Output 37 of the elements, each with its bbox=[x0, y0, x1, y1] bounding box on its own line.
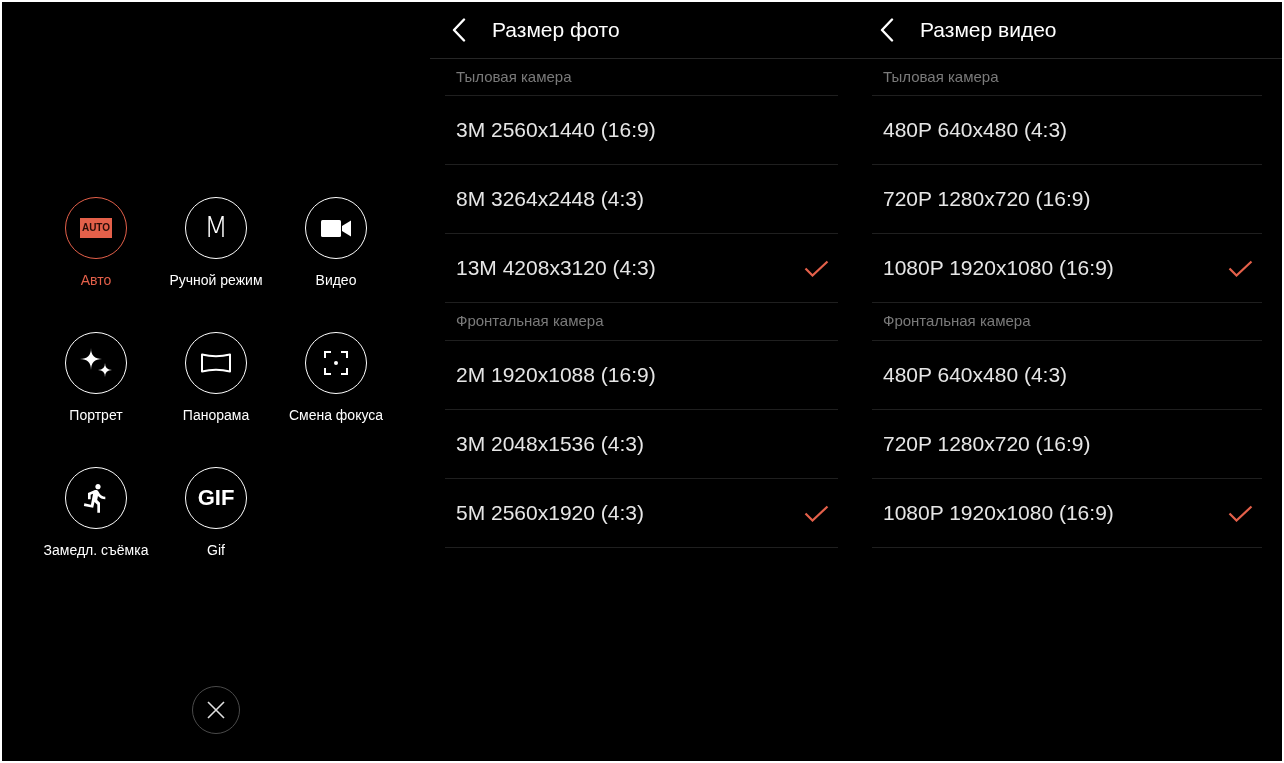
resolution-option[interactable]: 8M 3264x2448 (4:3) bbox=[445, 165, 838, 234]
screen-title: Размер видео bbox=[920, 17, 1057, 44]
section-heading: Фронтальная камера bbox=[456, 311, 604, 332]
auto-badge: AUTO bbox=[80, 218, 112, 238]
mode-label: Видео bbox=[315, 272, 357, 289]
resolution-option[interactable]: 2M 1920x1088 (16:9) bbox=[445, 341, 838, 410]
section-heading: Фронтальная камера bbox=[883, 311, 1031, 332]
back-button[interactable] bbox=[880, 18, 894, 42]
mode-label: Панорама bbox=[182, 407, 250, 424]
resolution-option[interactable]: 3M 2560x1440 (16:9) bbox=[445, 96, 838, 165]
mode-label: Замедл. съёмка bbox=[43, 542, 149, 559]
resolution-option[interactable]: 13M 4208x3120 (4:3) bbox=[445, 234, 838, 303]
resolution-option[interactable]: 1080P 1920x1080 (16:9) bbox=[872, 479, 1262, 548]
resolution-option[interactable]: 720P 1280x720 (16:9) bbox=[872, 410, 1262, 479]
mode-label: Портрет bbox=[69, 407, 123, 424]
resolution-option[interactable]: 720P 1280x720 (16:9) bbox=[872, 165, 1262, 234]
mode-label: Gif bbox=[207, 542, 225, 559]
screen-title: Размер фото bbox=[492, 17, 620, 44]
resolution-option[interactable]: 480P 640x480 (4:3) bbox=[872, 341, 1262, 410]
section-heading: Тыловая камера bbox=[456, 66, 572, 87]
gif-text: GIF bbox=[197, 487, 235, 509]
mode-label: Смена фокуса bbox=[288, 407, 384, 424]
section-heading: Тыловая камера bbox=[883, 66, 999, 87]
mode-label: Авто bbox=[80, 272, 112, 289]
resolution-option[interactable]: 480P 640x480 (4:3) bbox=[872, 96, 1262, 165]
panorama-frame-icon bbox=[201, 353, 231, 373]
back-button[interactable] bbox=[452, 18, 466, 42]
resolution-option[interactable]: 1080P 1920x1080 (16:9) bbox=[872, 234, 1262, 303]
video-camera-icon bbox=[321, 219, 351, 237]
resolution-option[interactable]: 5M 2560x1920 (4:3) bbox=[445, 479, 838, 548]
chevron-left-icon bbox=[880, 18, 894, 42]
mode-letter: M bbox=[203, 214, 229, 242]
mode-label: Ручной режим bbox=[169, 272, 263, 289]
close-icon bbox=[207, 701, 225, 719]
focus-frame-icon bbox=[324, 351, 348, 375]
resolution-option[interactable]: 3M 2048x1536 (4:3) bbox=[445, 410, 838, 479]
chevron-left-icon bbox=[452, 18, 466, 42]
